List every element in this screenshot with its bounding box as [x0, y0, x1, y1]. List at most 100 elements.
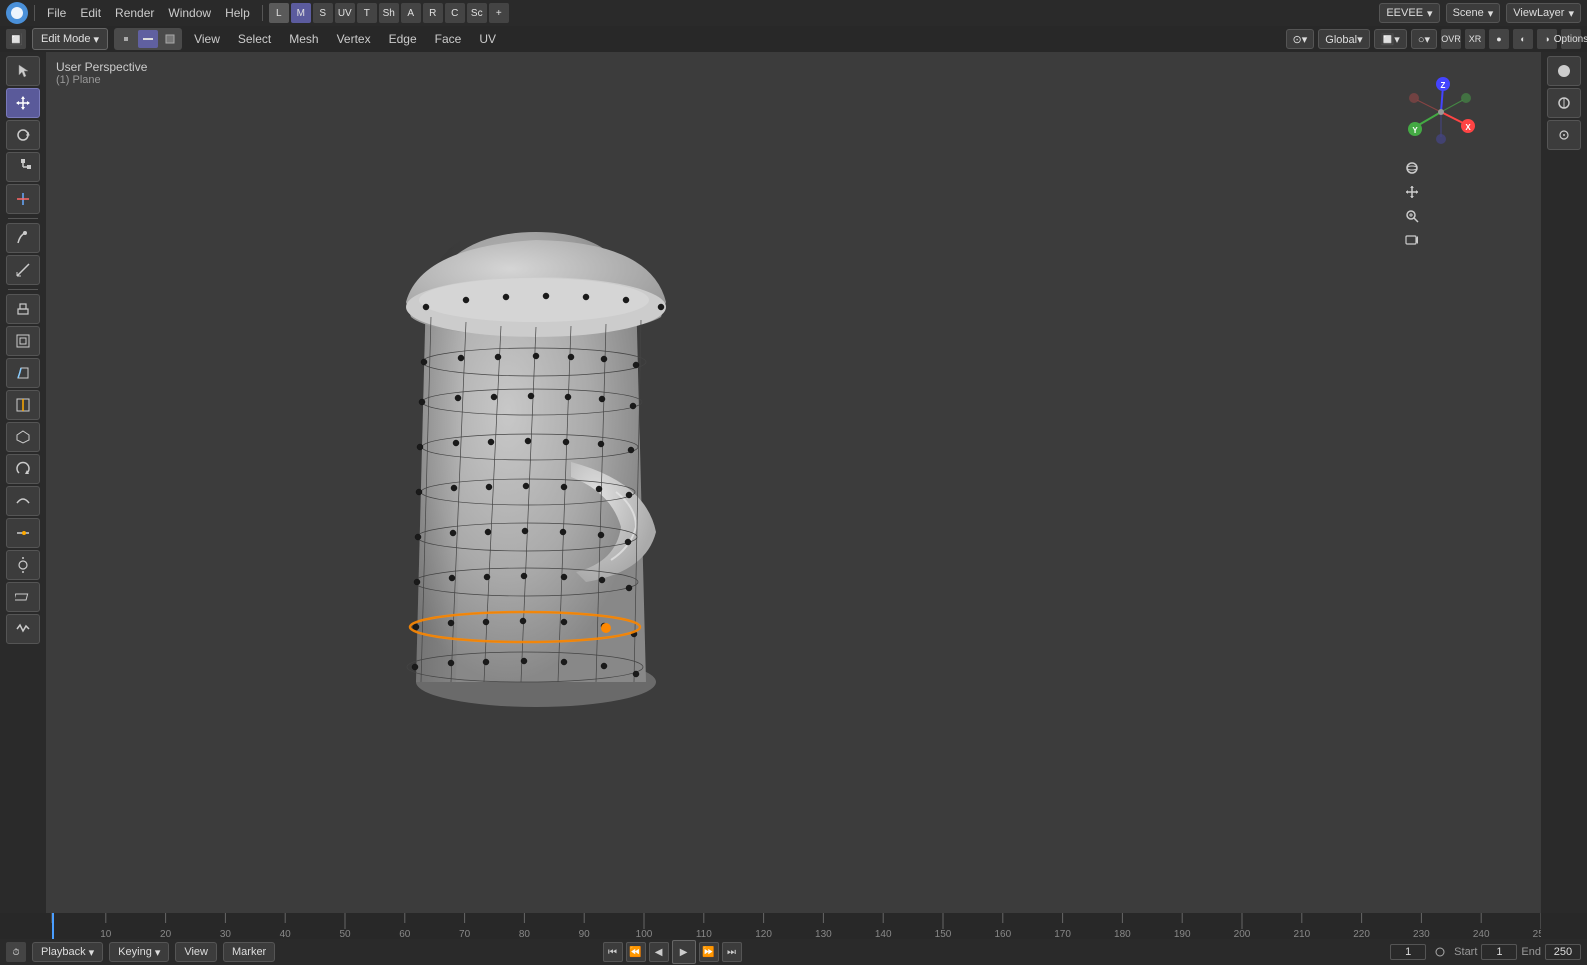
transform-pivot-dropdown[interactable]: ⊙▾ [1286, 29, 1315, 49]
svg-text:120: 120 [755, 929, 772, 939]
workspace-layout[interactable]: L [269, 3, 289, 23]
poly-build-tool-btn[interactable] [6, 422, 40, 452]
jump-start-btn[interactable]: ⏮ [603, 942, 623, 962]
workspace-rendering[interactable]: R [423, 3, 443, 23]
bevel-tool-btn[interactable] [6, 358, 40, 388]
playback-menu[interactable]: Playback▾ [32, 942, 103, 962]
play-reverse-btn[interactable]: ◀ [649, 942, 669, 962]
frame-range-controls: Start End [1390, 942, 1581, 962]
left-toolbar [0, 52, 46, 939]
timeline-scale[interactable]: 1020304050607080901001101201301401501601… [46, 913, 1541, 939]
zoom-icon[interactable] [1401, 205, 1423, 227]
edge-slide-tool-btn[interactable] [6, 518, 40, 548]
xray-toggle-btn[interactable]: XR [1465, 29, 1485, 49]
svg-text:220: 220 [1353, 929, 1370, 939]
current-frame-input[interactable] [1390, 944, 1426, 960]
jump-end-btn[interactable]: ⏭ [722, 942, 742, 962]
playback-label: Playback [41, 946, 86, 958]
engine-dropdown[interactable]: EEVEE▾ [1379, 3, 1439, 23]
workspace-compositing[interactable]: C [445, 3, 465, 23]
vertex-menu[interactable]: Vertex [331, 30, 377, 48]
view-menu[interactable]: View [188, 30, 226, 48]
help-menu[interactable]: Help [219, 4, 256, 22]
end-frame-input[interactable] [1545, 944, 1581, 960]
editor-type-icon[interactable]: 🔲 [6, 29, 26, 49]
play-btn[interactable]: ▶ [672, 940, 696, 964]
uv-menu[interactable]: UV [473, 30, 502, 48]
rotate-tool-btn[interactable] [6, 120, 40, 150]
snap-dropdown[interactable]: 🔲▾ [1374, 29, 1407, 49]
keying-menu[interactable]: Keying▾ [109, 942, 169, 962]
edit-menu[interactable]: Edit [74, 4, 107, 22]
workspace-uv[interactable]: UV [335, 3, 355, 23]
smooth-vertex-tool-btn[interactable] [6, 486, 40, 516]
scene-dropdown[interactable]: Scene▾ [1446, 3, 1501, 23]
randomize-tool-btn[interactable] [6, 614, 40, 644]
svg-text:130: 130 [815, 929, 832, 939]
vertex-mode-icon[interactable] [116, 30, 136, 48]
scale-tool-btn[interactable] [6, 152, 40, 182]
scene-label: Scene [1453, 7, 1484, 19]
transform-tool-btn[interactable] [6, 184, 40, 214]
svg-text:Z: Z [1441, 81, 1446, 90]
svg-text:70: 70 [459, 929, 471, 939]
viewport-overlay-btn[interactable]: OVR [1441, 29, 1461, 49]
orbit-icon[interactable] [1401, 157, 1423, 179]
prev-keyframe-btn[interactable]: ⏪ [626, 942, 646, 962]
edge-menu[interactable]: Edge [383, 30, 423, 48]
move-tool-btn[interactable] [6, 88, 40, 118]
workspace-texture[interactable]: T [357, 3, 377, 23]
annotate-tool-btn[interactable] [6, 223, 40, 253]
3d-model-viewport [306, 152, 806, 722]
viewport-shading-btn[interactable] [1547, 56, 1581, 86]
workspace-modeling[interactable]: M [291, 3, 311, 23]
add-workspace[interactable]: + [489, 3, 509, 23]
view-menu-timeline[interactable]: View [175, 942, 217, 962]
spin-tool-btn[interactable] [6, 454, 40, 484]
start-label: Start [1454, 946, 1477, 958]
transform-global-dropdown[interactable]: Global▾ [1318, 29, 1369, 49]
window-menu[interactable]: Window [162, 4, 217, 22]
marker-menu[interactable]: Marker [223, 942, 275, 962]
shear-tool-btn[interactable] [6, 582, 40, 612]
workspace-scripting[interactable]: Sc [467, 3, 487, 23]
timeline-editor-icon[interactable]: ⏱ [6, 942, 26, 962]
inset-tool-btn[interactable] [6, 326, 40, 356]
viewlayer-dropdown[interactable]: ViewLayer▾ [1506, 3, 1581, 23]
camera-icon[interactable] [1401, 229, 1423, 251]
proportional-edit-dropdown[interactable]: ○▾ [1411, 29, 1437, 49]
measure-tool-btn[interactable] [6, 255, 40, 285]
overlay-btn[interactable] [1547, 88, 1581, 118]
viewport[interactable]: User Perspective (1) Plane [46, 52, 1541, 913]
render-menu[interactable]: Render [109, 4, 160, 22]
loop-cut-tool-btn[interactable] [6, 390, 40, 420]
next-keyframe-btn[interactable]: ⏩ [699, 942, 719, 962]
shading-material-btn[interactable]: ◐ [1513, 29, 1533, 49]
extrude-tool-btn[interactable] [6, 294, 40, 324]
edge-mode-icon[interactable] [138, 30, 158, 48]
mesh-menu[interactable]: Mesh [283, 30, 324, 48]
select-menu[interactable]: Select [232, 30, 277, 48]
blender-logo-icon[interactable] [6, 2, 28, 24]
current-frame-indicator [52, 913, 54, 939]
marker-label: Marker [232, 946, 266, 958]
snap-btn[interactable] [1547, 120, 1581, 150]
face-mode-icon[interactable] [160, 30, 180, 48]
shading-solid-btn[interactable]: ● [1489, 29, 1509, 49]
workspace-shading[interactable]: Sh [379, 3, 399, 23]
viewport-gizmo[interactable]: Z X Y [1401, 72, 1481, 152]
svg-text:100: 100 [636, 929, 653, 939]
tool-separator-1 [8, 218, 38, 219]
workspace-sculpting[interactable]: S [313, 3, 333, 23]
options-btn[interactable]: Options [1561, 29, 1581, 49]
pan-icon[interactable] [1401, 181, 1423, 203]
shrink-fatten-tool-btn[interactable] [6, 550, 40, 580]
file-menu[interactable]: File [41, 4, 72, 22]
workspace-animation[interactable]: A [401, 3, 421, 23]
svg-text:180: 180 [1114, 929, 1131, 939]
start-frame-input[interactable] [1481, 944, 1517, 960]
cursor-tool-btn[interactable] [6, 56, 40, 86]
edit-mode-dropdown[interactable]: Edit Mode▾ [32, 28, 108, 50]
face-menu[interactable]: Face [429, 30, 468, 48]
timeline-right-spacer [1541, 913, 1587, 939]
